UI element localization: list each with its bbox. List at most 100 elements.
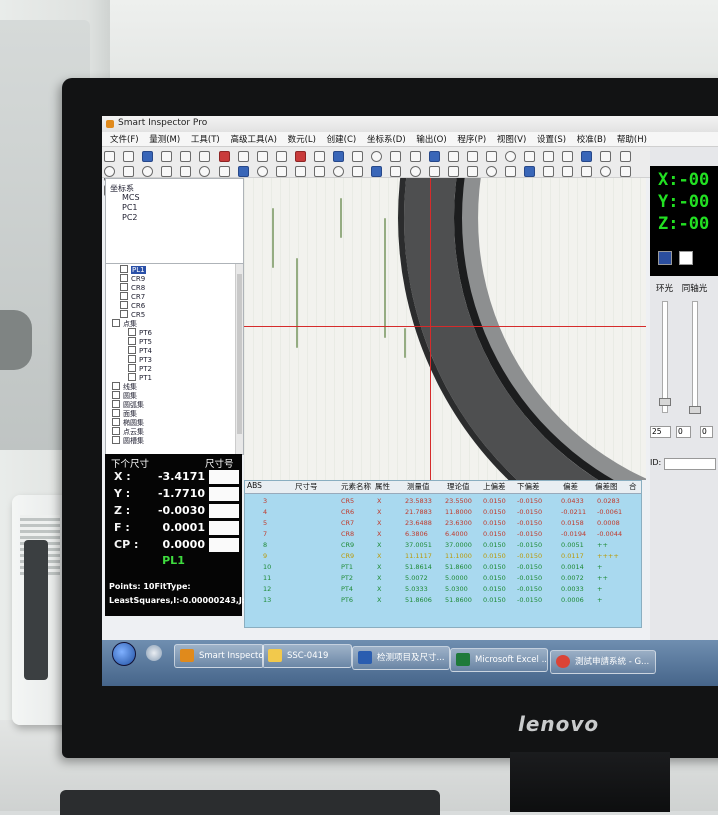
point-tool-icon[interactable]	[104, 166, 115, 177]
tolerance-tool-icon[interactable]	[504, 166, 516, 177]
checkbox[interactable]	[112, 427, 120, 435]
tree-scrollbar[interactable]	[235, 264, 243, 454]
tree-group[interactable]: 面集	[112, 409, 137, 418]
slot-tool-icon[interactable]	[218, 166, 230, 177]
fit-tool-icon[interactable]	[485, 166, 497, 177]
intersect-tool-icon[interactable]	[466, 166, 478, 177]
col-upper-tol[interactable]: 上偏差	[483, 481, 506, 492]
tree-item[interactable]: PT3	[128, 355, 152, 364]
checkbox[interactable]	[128, 373, 136, 381]
tree-item[interactable]: CR7	[120, 292, 145, 301]
extra-light-spinner[interactable]: 0	[700, 426, 713, 438]
camera-view[interactable]	[244, 178, 646, 480]
col-nominal[interactable]: 理论值	[447, 481, 470, 492]
zoom-in-tool-icon[interactable]	[600, 166, 612, 177]
menu-help[interactable]: 帮助(H)	[617, 133, 647, 145]
probe-icon[interactable]	[562, 151, 574, 162]
curve-tool-icon[interactable]	[275, 166, 287, 177]
menu-advanced-tools[interactable]: 高级工具(A)	[230, 133, 276, 145]
image-tool-icon[interactable]	[524, 166, 536, 177]
task-inspection-doc[interactable]: 检测项目及尺寸...	[352, 646, 450, 670]
checkbox[interactable]	[112, 382, 120, 390]
checkbox[interactable]	[120, 265, 128, 273]
open-file-icon[interactable]	[123, 151, 135, 162]
checkbox[interactable]	[120, 274, 128, 282]
checkbox[interactable]	[128, 346, 136, 354]
tree-group[interactable]: 线集	[112, 382, 137, 391]
table-row[interactable]: 7 CR8 X 6.3806 6.4000 0.0150 -0.0150 -0.0194 -0.…	[245, 530, 641, 540]
arc-tool-icon[interactable]	[161, 166, 173, 177]
task-excel[interactable]: Microsoft Excel ...	[450, 648, 548, 672]
plane-tool-icon[interactable]	[237, 166, 249, 177]
table-row[interactable]: 8 CR9 X 37.0051 37.0000 0.0150 -0.0150 0.0051 ++	[245, 541, 641, 551]
checkbox[interactable]	[112, 391, 120, 399]
tree-item[interactable]: CR8	[120, 283, 145, 292]
tree-item[interactable]: CR5	[120, 310, 145, 319]
report-icon[interactable]	[409, 151, 421, 162]
col-deviation[interactable]: 偏差	[563, 481, 578, 492]
tree-item[interactable]: PT6	[128, 328, 152, 337]
auto-tool-icon[interactable]	[371, 166, 383, 177]
mask-tool-icon[interactable]	[543, 166, 555, 177]
tree-item[interactable]: CR6	[120, 301, 145, 310]
crosshair-tool-icon[interactable]	[562, 166, 574, 177]
coord-item-mcs[interactable]: MCS	[122, 193, 140, 202]
tree-item[interactable]: PT2	[128, 364, 152, 373]
coord-item-pc1[interactable]: PC1	[122, 203, 138, 212]
id-input[interactable]	[664, 458, 716, 470]
layout-icon[interactable]	[600, 151, 612, 162]
checkbox[interactable]	[112, 436, 120, 444]
rect-tool-icon[interactable]	[180, 166, 192, 177]
save-icon[interactable]	[142, 151, 154, 162]
menu-calibrate[interactable]: 校准(B)	[577, 133, 606, 145]
ellipse-tool-icon[interactable]	[199, 166, 211, 177]
coaxial-light-spinner[interactable]: 0	[676, 426, 691, 438]
circle-tool-icon[interactable]	[142, 166, 154, 177]
checkbox[interactable]	[120, 310, 128, 318]
checkbox[interactable]	[128, 328, 136, 336]
task-smart-inspector[interactable]: Smart Inspector ...	[174, 644, 264, 668]
ring-light-slider[interactable]	[659, 301, 671, 413]
ring-light-slider-knob[interactable]	[659, 398, 671, 406]
col-attribute[interactable]: 属性	[375, 481, 390, 492]
calibrate-icon[interactable]	[543, 151, 555, 162]
menu-file[interactable]: 文件(F)	[110, 133, 139, 145]
table-row[interactable]: 4 CR6 X 21.7883 11.8000 0.0150 -0.0150 -0.0211 -…	[245, 508, 641, 518]
col-lower-tol[interactable]: 下偏差	[517, 481, 540, 492]
table-row[interactable]: 11 PT2 X 5.0072 5.0000 0.0150 -0.0150 0.0072 ++	[245, 574, 641, 584]
checkbox[interactable]	[112, 409, 120, 417]
table-row[interactable]: 13 PT6 X 51.8606 51.8600 0.0150 -0.0150 0.0006 +	[245, 596, 641, 606]
col-pass[interactable]: 合	[629, 481, 637, 492]
snapshot-tool-icon[interactable]	[581, 166, 593, 177]
checkbox[interactable]	[128, 355, 136, 363]
tree-group[interactable]: 椭圆集	[112, 418, 144, 427]
construct-tool-icon[interactable]	[447, 166, 459, 177]
focus-tool-icon[interactable]	[390, 166, 402, 177]
camera-icon[interactable]	[428, 151, 440, 162]
tree-group[interactable]: 点集	[112, 319, 137, 328]
run-icon[interactable]	[333, 151, 345, 162]
checkbox[interactable]	[120, 301, 128, 309]
table-row[interactable]: 10 PT1 X 51.8614 51.8600 0.0150 -0.0150 0.0014 +	[245, 563, 641, 573]
readout-x-cell[interactable]	[209, 470, 239, 484]
undo-icon[interactable]	[237, 151, 249, 162]
tree-item[interactable]: PT1	[128, 373, 152, 382]
tree-group[interactable]: 圆槽集	[112, 436, 144, 445]
start-button[interactable]	[112, 642, 136, 666]
tree-item[interactable]: PL1	[120, 265, 146, 274]
col-measured[interactable]: 测量值	[407, 481, 430, 492]
checkbox[interactable]	[112, 400, 120, 408]
tree-item[interactable]: PT4	[128, 346, 152, 355]
checkbox[interactable]	[112, 418, 120, 426]
task-ssc-folder[interactable]: SSC-0419	[262, 644, 352, 668]
contour-tool-icon[interactable]	[409, 166, 421, 177]
coord-mode-icon[interactable]	[658, 251, 672, 265]
table-row[interactable]: 5 CR7 X 23.6488 23.6300 0.0150 -0.0150 0.0158 0.…	[245, 519, 641, 529]
menu-program[interactable]: 程序(P)	[457, 133, 486, 145]
pinned-app-icon[interactable]	[146, 645, 162, 661]
col-deviation-chart[interactable]: 偏差图	[595, 481, 618, 492]
checkbox[interactable]	[128, 364, 136, 372]
center-tool-icon[interactable]	[333, 166, 345, 177]
cloud-tool-icon[interactable]	[428, 166, 440, 177]
checkbox[interactable]	[128, 337, 136, 345]
